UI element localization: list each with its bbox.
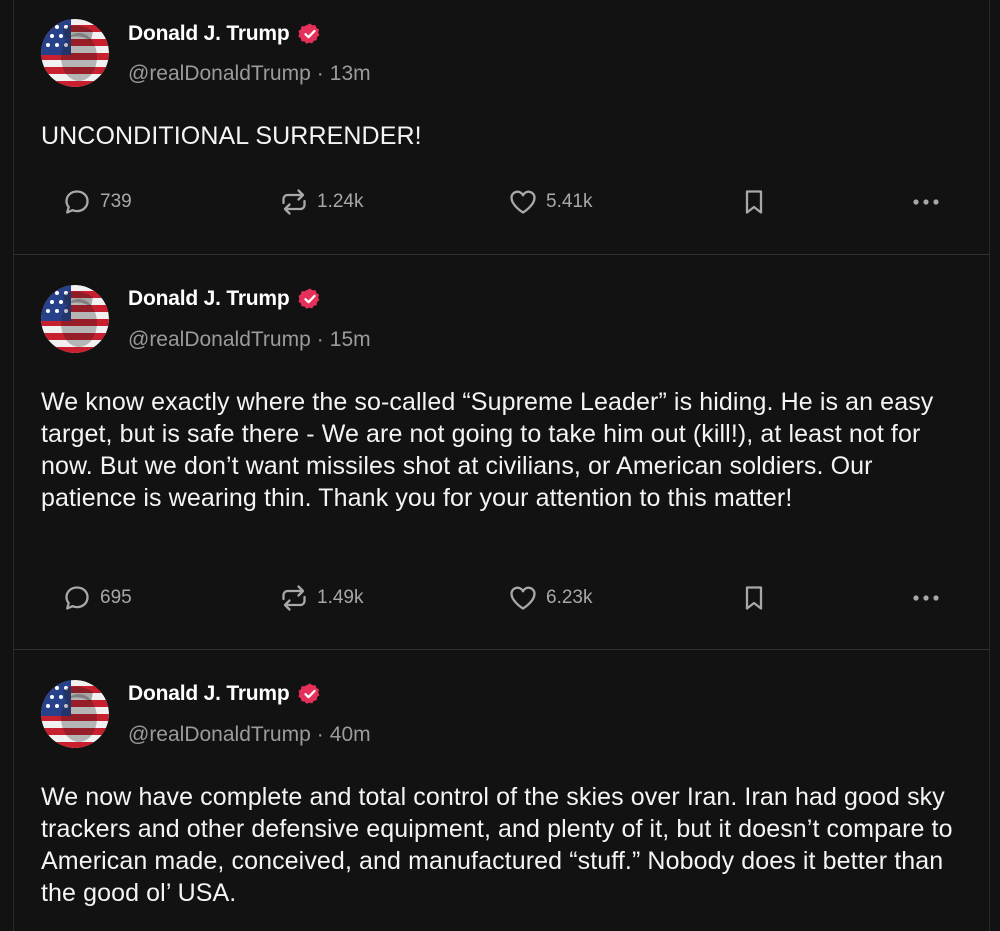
reply-icon [65, 586, 89, 610]
handle-row: @realDonaldTrump · 15m [128, 328, 371, 352]
avatar-image [41, 19, 109, 87]
author-row: Donald J. Trump [128, 22, 322, 46]
avatar[interactable] [41, 285, 109, 353]
heart-icon [510, 190, 536, 214]
reply-button[interactable]: 695 [62, 578, 132, 618]
author-name[interactable]: Donald J. Trump [128, 287, 290, 311]
post[interactable]: Donald J. Trump @realDonaldTrump · 13m U… [14, 0, 989, 255]
more-button[interactable] [910, 182, 942, 222]
verified-badge-icon [297, 23, 319, 44]
verified-badge-icon [297, 683, 319, 704]
post-feed: Donald J. Trump @realDonaldTrump · 13m U… [13, 0, 990, 931]
post[interactable]: Donald J. Trump @realDonaldTrump · 15m W… [14, 254, 989, 650]
verified-badge-icon [297, 288, 319, 309]
repost-icon [282, 189, 306, 215]
avatar-image [41, 680, 109, 748]
heart-icon [510, 586, 536, 610]
repost-icon [282, 585, 306, 611]
more-icon [913, 199, 939, 205]
post-text: UNCONDITIONAL SURRENDER! [41, 122, 422, 150]
post-time[interactable]: 13m [330, 62, 371, 86]
author-name[interactable]: Donald J. Trump [128, 682, 290, 706]
author-row: Donald J. Trump [128, 287, 322, 311]
like-count: 6.23k [546, 587, 593, 608]
separator: · [316, 62, 324, 85]
post-time[interactable]: 40m [330, 723, 371, 747]
like-count: 5.41k [546, 191, 593, 212]
separator: · [316, 328, 324, 351]
avatar-image [41, 285, 109, 353]
post-text: We now have complete and total control o… [41, 783, 953, 907]
bookmark-button[interactable] [739, 578, 769, 618]
avatar[interactable] [41, 19, 109, 87]
author-handle[interactable]: @realDonaldTrump [128, 62, 311, 86]
reply-count: 739 [100, 191, 132, 212]
reply-icon [65, 190, 89, 214]
author-row: Donald J. Trump [128, 682, 322, 706]
repost-button[interactable]: 1.24k [279, 182, 363, 222]
more-icon [913, 595, 939, 601]
bookmark-icon [745, 586, 763, 610]
reply-count: 695 [100, 587, 132, 608]
handle-row: @realDonaldTrump · 40m [128, 723, 371, 747]
handle-row: @realDonaldTrump · 13m [128, 62, 371, 86]
repost-count: 1.49k [317, 587, 364, 608]
bookmark-button[interactable] [739, 182, 769, 222]
repost-button[interactable]: 1.49k [279, 578, 363, 618]
more-button[interactable] [910, 578, 942, 618]
author-handle[interactable]: @realDonaldTrump [128, 723, 311, 747]
like-button[interactable]: 6.23k [508, 578, 592, 618]
bookmark-icon [745, 190, 763, 214]
repost-count: 1.24k [317, 191, 364, 212]
post-text: We know exactly where the so-called “Sup… [41, 388, 934, 512]
post[interactable]: Donald J. Trump @realDonaldTrump · 40m W… [14, 649, 989, 931]
action-bar: 695 1.49k 6.23k [14, 578, 989, 618]
reply-button[interactable]: 739 [62, 182, 132, 222]
post-time[interactable]: 15m [330, 328, 371, 352]
avatar[interactable] [41, 680, 109, 748]
like-button[interactable]: 5.41k [508, 182, 592, 222]
author-name[interactable]: Donald J. Trump [128, 22, 290, 46]
author-handle[interactable]: @realDonaldTrump [128, 328, 311, 352]
action-bar: 739 1.24k 5.41k [14, 182, 989, 222]
separator: · [316, 723, 324, 746]
